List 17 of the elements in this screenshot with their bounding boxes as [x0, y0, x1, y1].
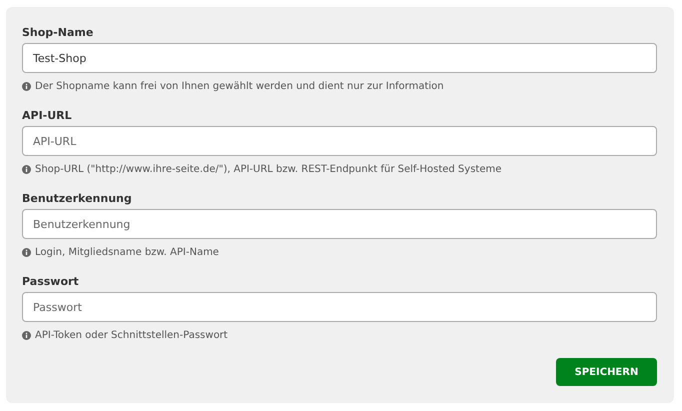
field-label: API-URL — [22, 109, 73, 123]
input-field[interactable]: Passwort — [22, 292, 657, 322]
hint-text: Login, Mitgliedsname bzw. API-Name — [35, 246, 219, 259]
input-field[interactable]: Test-Shop — [22, 43, 657, 73]
save-button[interactable]: SPEICHERN — [556, 358, 657, 386]
input-field[interactable]: Benutzerkennung — [22, 209, 657, 239]
info-icon — [22, 165, 31, 174]
field-label: Passwort — [22, 275, 80, 289]
hint-text: API-Token oder Schnittstellen-Passwort — [35, 329, 228, 342]
field-label: Benutzerkennung — [22, 192, 133, 206]
info-icon — [22, 82, 31, 91]
input-field[interactable]: API-URL — [22, 126, 657, 156]
info-icon — [22, 248, 31, 257]
field-label: Shop-Name — [22, 26, 94, 40]
hint-text: Shop-URL ("http://www.ihre-seite.de/"), API-URL bzw. REST-Endpunkt für Self-Hosted Systeme — [35, 163, 502, 176]
hint-text: Der Shopname kann frei von Ihnen gewählt werden und dient nur zur Information — [35, 80, 444, 93]
info-icon — [22, 331, 31, 340]
